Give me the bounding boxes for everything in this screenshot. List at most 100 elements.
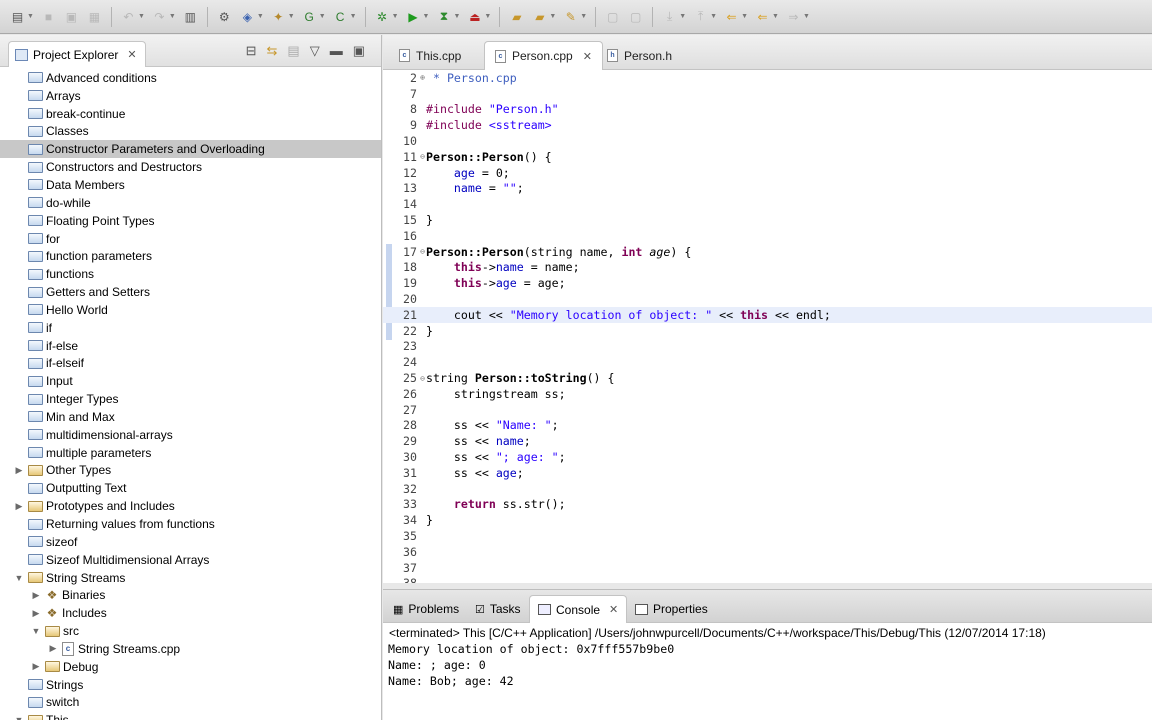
tree-item[interactable]: ▶ ❖ Includes — [0, 604, 381, 622]
undo-icon[interactable]: ↶ — [119, 7, 138, 26]
tab-this-cpp[interactable]: c This.cpp — [389, 41, 471, 70]
tree-item[interactable]: if-else — [0, 337, 381, 355]
prev-annotation-icon[interactable]: ⤒ — [691, 7, 710, 26]
tab-tasks[interactable]: ☑ Tasks — [467, 595, 529, 623]
tree-item[interactable]: break-continue — [0, 105, 381, 123]
tree-item[interactable]: ▼ src — [0, 622, 381, 640]
tree-item[interactable]: multiple parameters — [0, 444, 381, 462]
tree-item[interactable]: ▶ Debug — [0, 658, 381, 676]
tree-item[interactable]: functions — [0, 265, 381, 283]
redo-icon[interactable]: ↷ — [150, 7, 169, 26]
tree-item[interactable]: Returning values from functions — [0, 515, 381, 533]
fold-icon[interactable]: ⊖ — [419, 374, 426, 383]
c-file-icon[interactable]: C — [331, 7, 350, 26]
tree-item[interactable]: for — [0, 230, 381, 248]
tree-item[interactable]: do-while — [0, 194, 381, 212]
build-icon[interactable]: ▥ — [181, 7, 200, 26]
tree-item[interactable]: Constructors and Destructors — [0, 158, 381, 176]
open-type-icon[interactable]: ▰ — [530, 7, 549, 26]
tree-item[interactable]: switch — [0, 694, 381, 712]
tree-item[interactable]: Outputting Text — [0, 479, 381, 497]
tree-item[interactable]: Classes — [0, 123, 381, 141]
new-icon[interactable]: ▤ — [8, 7, 27, 26]
tree-item[interactable]: Constructor Parameters and Overloading — [0, 140, 381, 159]
tree-item[interactable]: function parameters — [0, 247, 381, 265]
tab-person-cpp[interactable]: c Person.cpp ✕ — [484, 41, 603, 70]
close-icon[interactable]: ✕ — [583, 50, 592, 63]
close-icon[interactable]: ✕ — [127, 48, 136, 61]
line-number: 2 — [410, 70, 417, 85]
view-menu-dropdown-icon[interactable]: ▽ — [310, 43, 320, 59]
tree-item[interactable]: Sizeof Multidimensional Arrays — [0, 551, 381, 569]
tree-item[interactable]: Min and Max — [0, 408, 381, 426]
tree-item[interactable]: Arrays — [0, 87, 381, 105]
tab-properties[interactable]: Properties — [627, 595, 716, 623]
open-folder-icon[interactable]: ▰ — [507, 7, 526, 26]
close-icon[interactable]: ✕ — [609, 603, 618, 616]
tree-item[interactable]: Hello World — [0, 301, 381, 319]
edit-icon[interactable]: ✎ — [561, 7, 580, 26]
tree-item[interactable]: sizeof — [0, 533, 381, 551]
tree-item[interactable]: ▶ ❖ Binaries — [0, 586, 381, 604]
chevron-down-icon[interactable]: ▼ — [31, 626, 41, 636]
forward-icon[interactable]: ⇒ — [784, 7, 803, 26]
view-menu-icon[interactable]: ▤ — [287, 43, 299, 59]
new-class-icon[interactable]: ◈ — [238, 7, 257, 26]
chevron-down-icon[interactable]: ▼ — [14, 573, 24, 583]
tree-item[interactable]: Input — [0, 372, 381, 390]
tab-project-explorer[interactable]: Project Explorer ✕ — [8, 41, 146, 67]
tree-item[interactable]: Integer Types — [0, 390, 381, 408]
tree-item[interactable]: ▶ c String Streams.cpp — [0, 640, 381, 658]
chevron-right-icon[interactable]: ▶ — [31, 661, 41, 672]
chevron-right-icon[interactable]: ▶ — [14, 501, 24, 512]
tree-item[interactable]: multidimensional-arrays — [0, 426, 381, 444]
coverage-icon[interactable]: ⧗ — [434, 7, 453, 26]
link-editor-icon[interactable]: ⇆ — [267, 43, 278, 59]
save-all-icon[interactable]: ▣ — [62, 7, 81, 26]
tree-item[interactable]: if — [0, 319, 381, 337]
tab-person-h[interactable]: h Person.h — [597, 41, 682, 70]
chevron-right-icon[interactable]: ▶ — [31, 608, 41, 619]
code-line: 15} — [383, 212, 1152, 228]
tree-item[interactable]: ▼ This — [0, 711, 381, 720]
chevron-right-icon[interactable]: ▶ — [14, 465, 24, 476]
tree-item[interactable]: ▼ String Streams — [0, 569, 381, 587]
chevron-right-icon[interactable]: ▶ — [48, 643, 58, 654]
next-annotation-icon[interactable]: ⤓ — [660, 7, 679, 26]
fold-icon[interactable]: ⊖ — [419, 247, 426, 256]
minimize-icon[interactable]: ▬ — [330, 43, 343, 59]
problems-icon: ▦ — [393, 603, 404, 616]
external-tools-icon[interactable]: ⏏ — [465, 7, 484, 26]
tree-item[interactable]: Data Members — [0, 176, 381, 194]
tree-item[interactable]: Getters and Setters — [0, 283, 381, 301]
tree-item[interactable]: if-elseif — [0, 355, 381, 373]
chevron-right-icon[interactable]: ▶ — [31, 590, 41, 601]
gear-icon[interactable]: ⚙ — [215, 7, 234, 26]
toggle-2-icon[interactable]: ▢ — [626, 7, 645, 26]
code-area[interactable]: 2 ⊕ * Person.cpp 7 8 #include "Person.h" 9 #in… — [383, 70, 1152, 583]
chevron-down-icon[interactable]: ▼ — [14, 715, 24, 720]
run-icon[interactable]: ▶ — [404, 7, 423, 26]
tree-item[interactable]: ▶ Prototypes and Includes — [0, 497, 381, 515]
refresh-icon[interactable]: G — [300, 7, 319, 26]
tab-console[interactable]: Console ✕ — [529, 595, 628, 623]
folder-icon — [28, 429, 43, 441]
tab-problems[interactable]: ▦ Problems — [385, 595, 467, 623]
console-output[interactable]: Memory location of object: 0x7fff557b9be… — [388, 642, 674, 689]
collapse-all-icon[interactable]: ⊟ — [246, 43, 257, 59]
cpp-file-icon: c — [399, 49, 410, 62]
toggle-icon[interactable]: ▢ — [603, 7, 622, 26]
back-2-icon[interactable]: ⇐ — [753, 7, 772, 26]
tree-item[interactable]: ▶ Other Types — [0, 462, 381, 480]
print-icon[interactable]: ▦ — [85, 7, 104, 26]
back-icon[interactable]: ⇐ — [722, 7, 741, 26]
tree-item[interactable]: Strings — [0, 676, 381, 694]
tree-item[interactable]: Advanced conditions — [0, 69, 381, 87]
save-icon[interactable]: ■ — [39, 7, 58, 26]
tree-item[interactable]: Floating Point Types — [0, 212, 381, 230]
fold-icon[interactable]: ⊖ — [419, 152, 426, 161]
debug-icon[interactable]: ✲ — [373, 7, 392, 26]
maximize-icon[interactable]: ▣ — [353, 43, 365, 59]
new-project-icon[interactable]: ✦ — [269, 7, 288, 26]
fold-icon[interactable]: ⊕ — [419, 73, 426, 82]
